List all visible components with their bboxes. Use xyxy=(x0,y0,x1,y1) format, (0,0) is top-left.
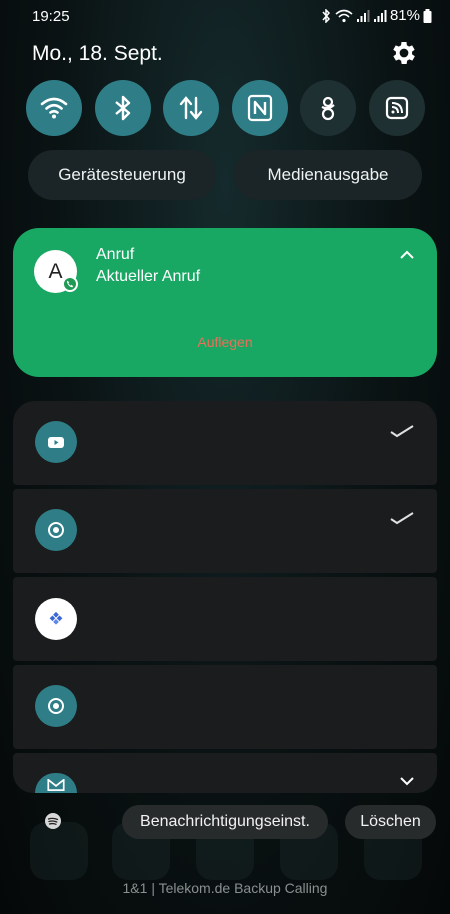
status-icons: 81% xyxy=(320,7,432,24)
bluetooth-icon xyxy=(115,95,131,121)
battery-percent: 81% xyxy=(389,7,420,24)
puzzle-app-icon xyxy=(35,598,77,640)
battery-icon xyxy=(423,8,432,23)
wifi-tile[interactable] xyxy=(26,80,82,136)
data-arrows-icon xyxy=(179,96,203,120)
bluetooth-icon xyxy=(322,8,330,23)
chrome-icon xyxy=(35,685,77,727)
dock-app-blur xyxy=(30,822,88,880)
phone-icon xyxy=(62,276,78,292)
wifi-icon xyxy=(335,9,353,22)
chrome-icon xyxy=(35,509,77,551)
check-icon xyxy=(390,512,414,525)
call-title: Anruf xyxy=(96,246,135,263)
carrier-label: 1&1 | Telekom.de Backup Calling xyxy=(122,880,328,896)
gear-icon[interactable] xyxy=(389,38,419,68)
mobile-data-tile[interactable] xyxy=(163,80,219,136)
status-time: 19:25 xyxy=(32,8,70,25)
chevron-up-icon[interactable] xyxy=(398,248,416,262)
date-label: Mo., 18. Sept. xyxy=(32,42,163,65)
spotify-icon xyxy=(45,813,61,829)
hang-up-button[interactable]: Auflegen xyxy=(188,334,262,350)
wifi-icon xyxy=(40,97,68,119)
signal-icon xyxy=(373,9,387,22)
cast-icon xyxy=(385,96,409,120)
call-subtitle: Aktueller Anruf xyxy=(96,268,201,285)
chevron-down-icon[interactable] xyxy=(398,774,416,786)
clear-button[interactable]: Löschen xyxy=(345,805,436,839)
notification-settings-button[interactable]: Benachrichtigungseinst. xyxy=(122,805,328,839)
vpn-tile[interactable] xyxy=(300,80,356,136)
signal-icon xyxy=(356,9,370,22)
notification-card[interactable] xyxy=(13,753,437,793)
nfc-tile[interactable] xyxy=(232,80,288,136)
vpn-icon xyxy=(321,96,335,121)
check-icon xyxy=(390,425,414,438)
media-output-button[interactable]: Medienausgabe xyxy=(234,150,422,200)
bluetooth-tile[interactable] xyxy=(95,80,151,136)
call-notification[interactable] xyxy=(13,228,437,377)
device-control-button[interactable]: Gerätesteuerung xyxy=(28,150,216,200)
cast-tile[interactable] xyxy=(369,80,425,136)
nfc-icon xyxy=(247,94,273,122)
youtube-icon xyxy=(35,421,77,463)
